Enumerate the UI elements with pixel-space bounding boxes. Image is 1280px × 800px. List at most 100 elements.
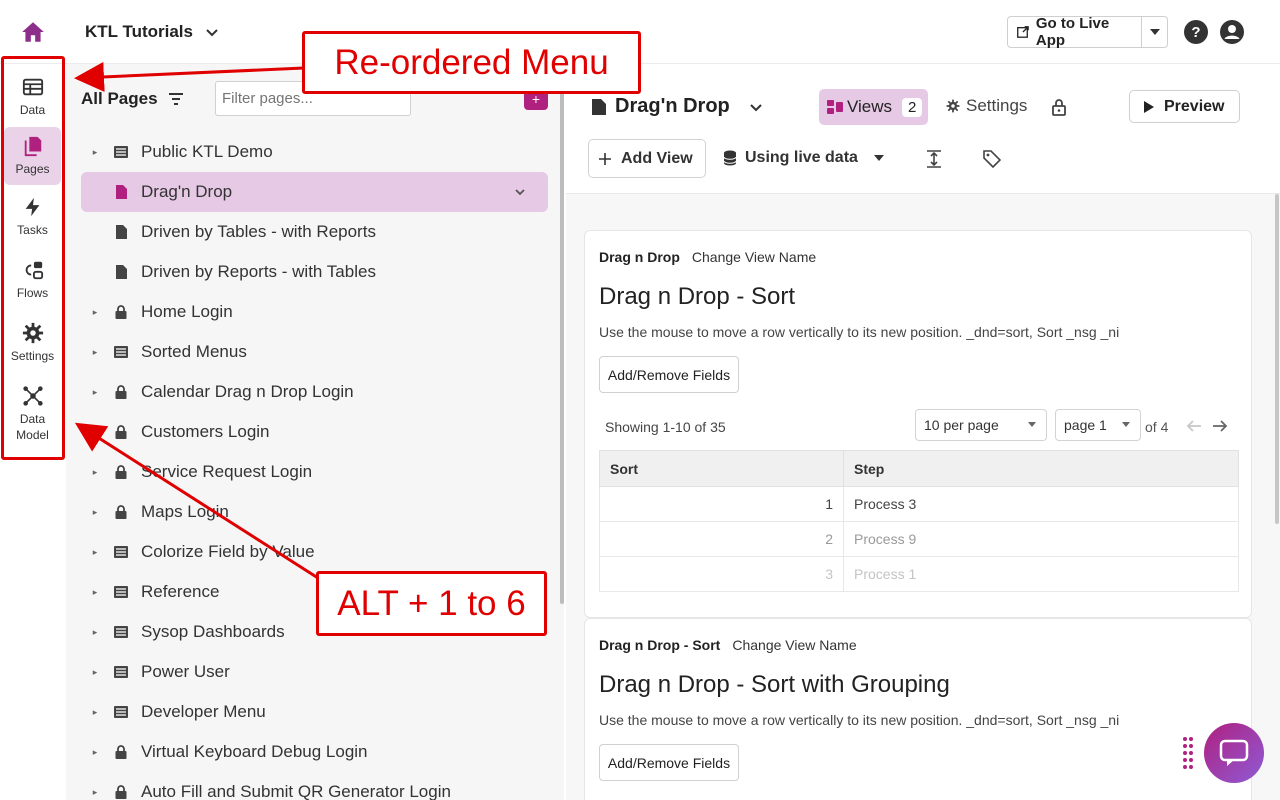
expand-caret-icon[interactable]: ▸ [81,627,109,638]
view-name: Drag n Drop - Sort [599,637,721,653]
expand-caret-icon[interactable]: ▸ [81,787,109,798]
page-list-item[interactable]: ▸ Auto Fill and Submit QR Generator Login [81,772,548,800]
expand-caret-icon[interactable]: ▸ [81,347,109,358]
lock-icon[interactable] [1051,98,1067,116]
expand-caret-icon[interactable]: ▸ [81,467,109,478]
lock-icon [109,783,133,800]
page-list-item[interactable]: Drag'n Drop [81,172,548,212]
preview-button[interactable]: Preview [1129,90,1240,123]
user-avatar-icon[interactable] [1220,20,1244,44]
go-to-live-app-button[interactable]: Go to Live App [1007,15,1142,49]
table-row[interactable]: 2 Process 9 [599,521,1239,557]
arrow-left-icon[interactable] [1185,417,1203,435]
table-icon [22,78,43,96]
pages-scrollbar[interactable] [560,64,564,604]
rail-item-tasks[interactable]: Tasks [4,188,61,246]
cell-sort: 1 [599,486,844,522]
views-canvas: Drag n Drop Change View Name Drag n Drop… [566,194,1280,800]
page-list-item[interactable]: ▸ Developer Menu [81,692,548,732]
per-page-value: 10 per page [924,417,999,433]
lock-icon [109,423,133,441]
expand-caret-icon[interactable]: ▸ [81,587,109,598]
tab-settings-label: Settings [966,96,1028,115]
page-list-item[interactable]: ▸ Maps Login [81,492,548,532]
expand-caret-icon[interactable]: ▸ [81,707,109,718]
column-header-sort[interactable]: Sort [599,450,844,487]
canvas-scrollbar[interactable] [1275,194,1279,524]
page-list-item[interactable]: ▸ Calendar Drag n Drop Login [81,372,548,412]
view-description: Use the mouse to move a row vertically t… [599,712,1120,728]
per-page-select[interactable]: 10 per page [915,409,1047,441]
page-list-item-label: Service Request Login [141,462,313,481]
page-list-item[interactable]: ▸ Sorted Menus [81,332,548,372]
page-list-item[interactable]: Driven by Reports - with Tables [81,252,548,292]
page-list-item-label: Sorted Menus [141,342,247,361]
add-remove-fields-button[interactable]: Add/Remove Fields [599,744,739,781]
home-icon[interactable] [20,19,46,45]
rail-item-data[interactable]: Data [4,68,61,126]
expand-caret-icon[interactable]: ▸ [81,147,109,158]
rail-item-settings[interactable]: Settings [4,314,61,372]
live-data-dropdown[interactable]: Using live data [723,149,884,167]
table-row[interactable]: 1 Process 3 [599,486,1239,522]
page-list-item[interactable]: ▸ Customers Login [81,412,548,452]
page-icon [592,98,606,115]
page-list-item[interactable]: ▸ Service Request Login [81,452,548,492]
add-remove-fields-button[interactable]: Add/Remove Fields [599,356,739,393]
tab-views[interactable]: Views 2 [819,89,928,125]
page-list-item[interactable]: ▸ Colorize Field by Value [81,532,548,572]
view-card-sort: Drag n Drop Change View Name Drag n Drop… [584,230,1252,618]
help-icon[interactable]: ? [1184,20,1208,44]
chat-button[interactable] [1204,723,1264,783]
chevron-down-icon[interactable] [748,99,764,115]
page-list-item[interactable]: ▸ Public KTL Demo [81,132,548,172]
rail-label-data: Data [19,103,46,117]
page-list-item-label: Colorize Field by Value [141,542,315,561]
page-list-item-label: Public KTL Demo [141,142,273,161]
arrow-right-icon[interactable] [1211,417,1229,435]
expand-caret-icon[interactable]: ▸ [81,307,109,318]
page-list-item-label: Calendar Drag n Drop Login [141,382,354,401]
rail-item-pages[interactable]: Pages [4,127,61,185]
sort-filter-icon[interactable] [168,92,184,106]
rail-item-flows[interactable]: Flows [4,251,61,309]
change-view-name-link[interactable]: Change View Name [732,637,856,653]
page-title[interactable]: Drag'n Drop [591,95,764,118]
page-list-item[interactable]: ▸ Power User [81,652,548,692]
add-page-button[interactable]: + [524,92,548,110]
rail-item-data-model[interactable]: Data Model [4,380,61,448]
page-list-item[interactable]: Driven by Tables - with Reports [81,212,548,252]
external-link-icon [1017,26,1029,38]
page-icon [109,183,133,201]
expand-caret-icon[interactable]: ▸ [81,507,109,518]
lock-icon [109,463,133,481]
expand-caret-icon[interactable]: ▸ [81,427,109,438]
tab-settings[interactable]: Settings [946,96,1027,116]
tag-icon[interactable] [983,150,1001,168]
table-row[interactable]: 3 Process 1 [599,556,1239,592]
chevron-down-icon[interactable] [204,24,220,40]
live-app-dropdown[interactable] [1142,16,1168,48]
app-name[interactable]: KTL Tutorials [85,22,193,42]
page-list-item[interactable]: ▸ Virtual Keyboard Debug Login [81,732,548,772]
menu-annotation-callout: Re-ordered Menu [302,31,641,94]
drag-handle-icon[interactable] [1182,736,1194,772]
chevron-down-icon[interactable] [512,184,528,200]
page-select[interactable]: page 1 [1055,409,1141,441]
cell-step: Process 9 [843,521,1239,557]
page-list-item[interactable]: ▸ Home Login [81,292,548,332]
plus-icon [599,152,611,165]
expand-caret-icon[interactable]: ▸ [81,387,109,398]
pages-title[interactable]: All Pages [81,89,184,109]
add-view-button[interactable]: Add View [588,139,706,178]
expand-caret-icon[interactable]: ▸ [81,547,109,558]
page-list-item-label: Power User [141,662,230,681]
expand-caret-icon[interactable]: ▸ [81,747,109,758]
column-header-step[interactable]: Step [843,450,1239,487]
expand-caret-icon[interactable]: ▸ [81,667,109,678]
page-list-item-label: Virtual Keyboard Debug Login [141,742,368,761]
page-title-label: Drag'n Drop [615,95,730,117]
change-view-name-link[interactable]: Change View Name [692,249,816,265]
expand-height-icon[interactable] [926,150,942,168]
pagination-summary: Showing 1-10 of 35 [605,419,726,435]
